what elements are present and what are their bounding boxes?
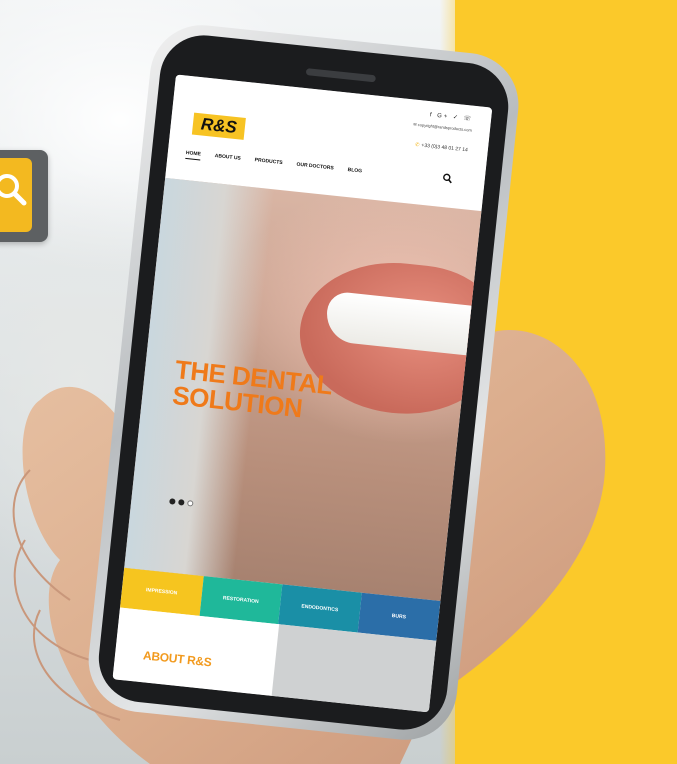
- hero-slider[interactable]: THE DENTAL SOLUTION: [124, 177, 493, 602]
- phone-body: f G+ ✓ ☏ ✉ copyright@randsproducts.com R…: [82, 20, 533, 756]
- nav-home[interactable]: HOME: [185, 149, 202, 161]
- slider-dot-2[interactable]: [178, 499, 185, 506]
- nav-blog[interactable]: BLOG: [347, 167, 362, 177]
- nav-products[interactable]: PRODUCTS: [254, 157, 283, 169]
- logo[interactable]: R&S: [191, 112, 246, 140]
- about-title: ABOUT R&S: [142, 648, 213, 670]
- nav-about-us[interactable]: ABOUT US: [214, 153, 241, 165]
- email-link[interactable]: ✉ copyright@randsproducts.com: [413, 122, 472, 133]
- nav-our-doctors[interactable]: OUR DOCTORS: [296, 162, 334, 175]
- slider-dot-3[interactable]: [187, 500, 194, 507]
- site-search-icon[interactable]: [442, 173, 453, 184]
- earpiece-speaker: [305, 68, 377, 83]
- main-nav: HOME ABOUT US PRODUCTS OUR DOCTORS BLOG: [185, 149, 362, 177]
- social-icons[interactable]: f G+ ✓ ☏: [429, 111, 473, 123]
- phone-screen: f G+ ✓ ☏ ✉ copyright@randsproducts.com R…: [112, 74, 493, 713]
- smartphone: f G+ ✓ ☏ ✉ copyright@randsproducts.com R…: [83, 20, 524, 745]
- phone-number: ✆+33 (0)3 48 01 27 14: [415, 142, 468, 153]
- phone-number-text: +33 (0)3 48 01 27 14: [421, 142, 469, 154]
- slider-dot-1[interactable]: [169, 498, 176, 505]
- phone-icon: ✆: [414, 141, 420, 149]
